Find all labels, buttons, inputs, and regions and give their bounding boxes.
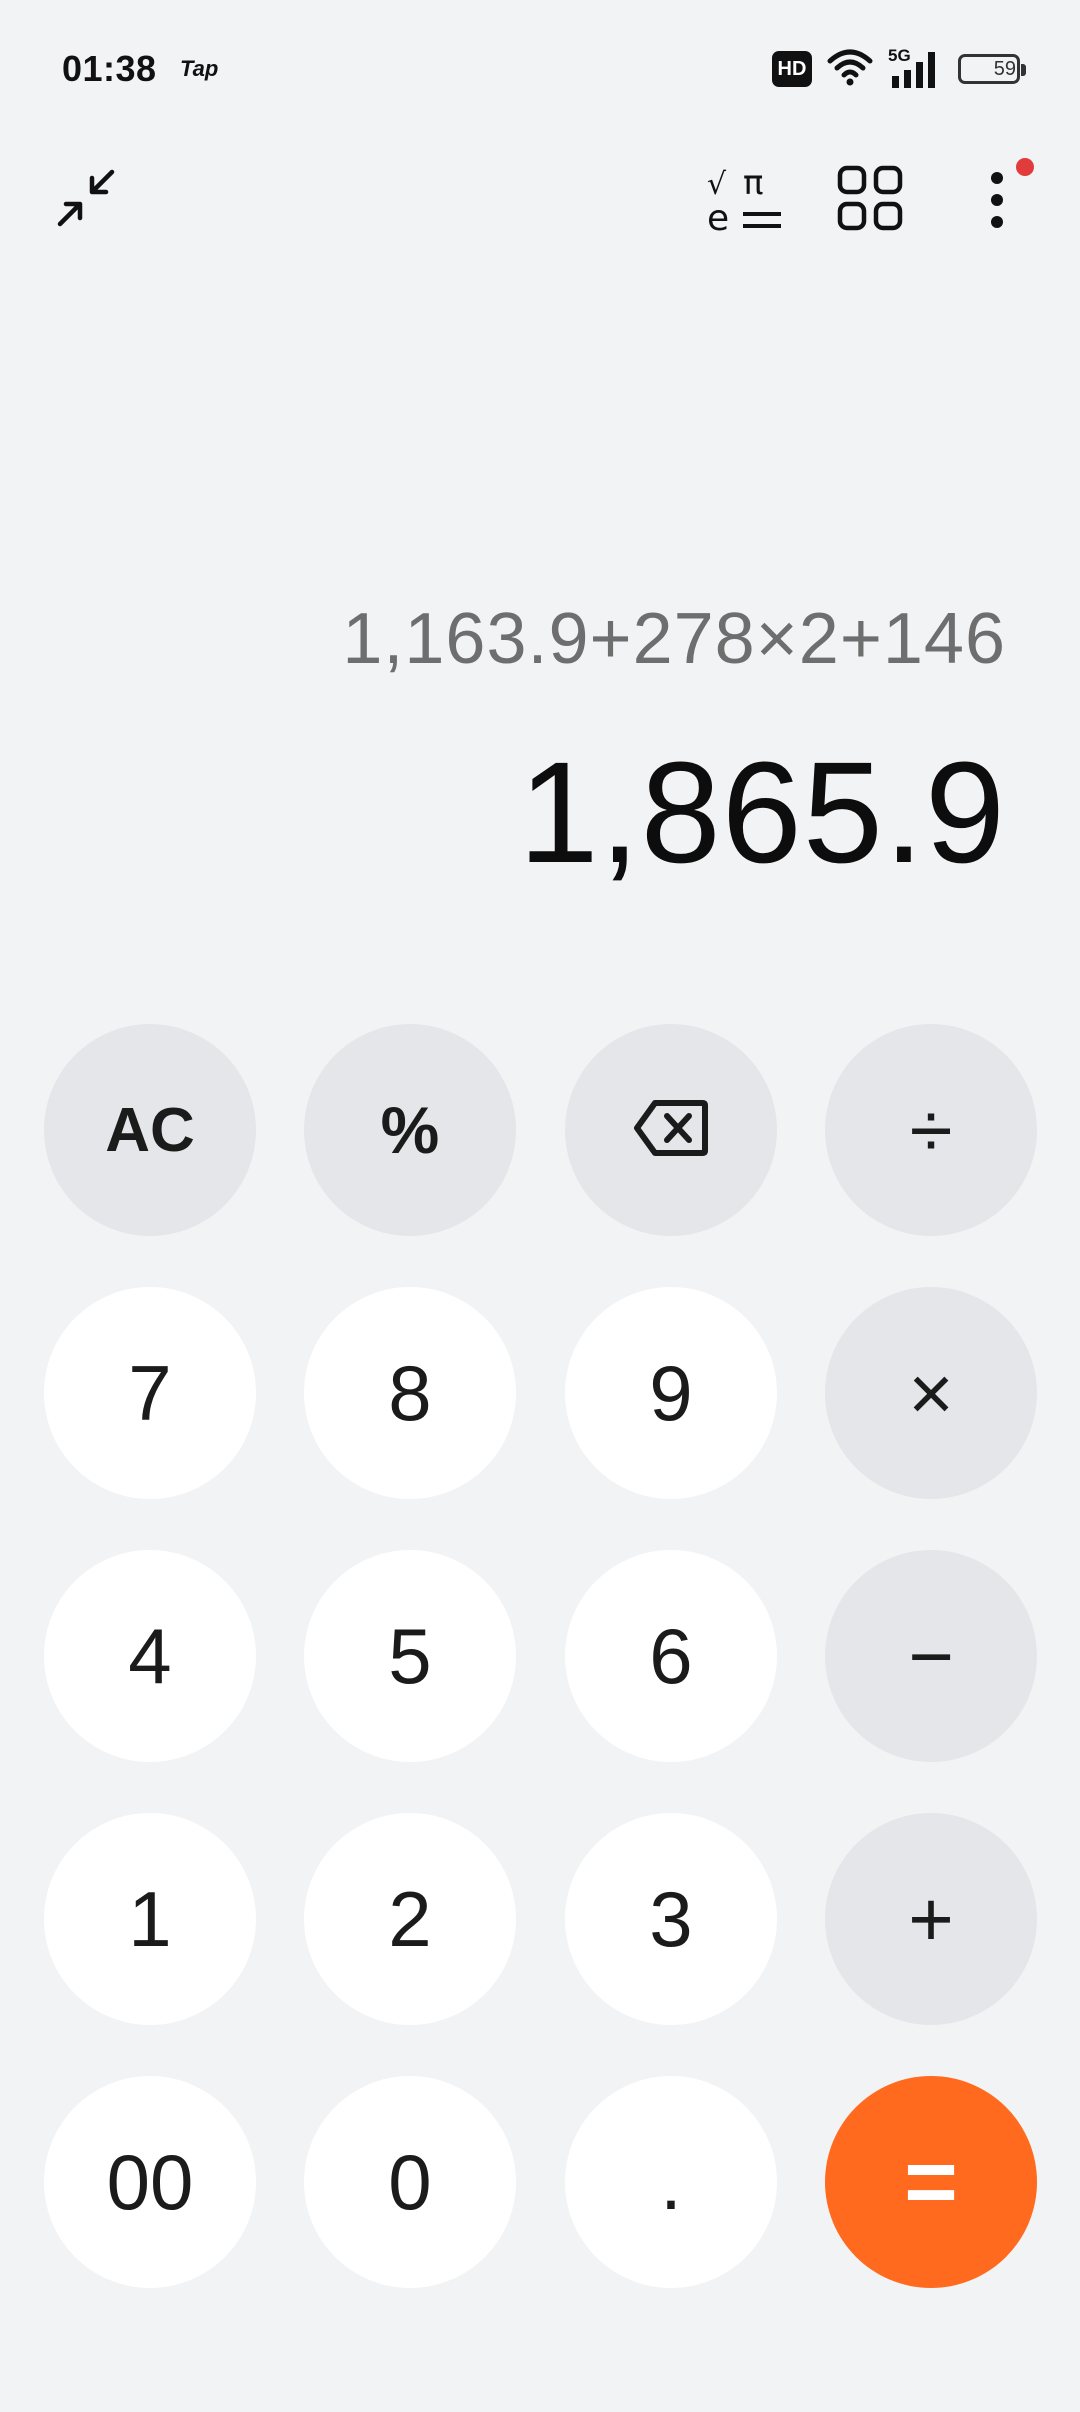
backspace-icon (633, 1085, 709, 1176)
status-app-label: Tap (180, 56, 219, 81)
converter-grid-icon[interactable] (832, 160, 908, 236)
digit-3-button[interactable]: 3 (565, 1813, 777, 2025)
svg-text:e: e (707, 198, 729, 234)
digit-2-button[interactable]: 2 (304, 1813, 516, 2025)
decimal-point-button[interactable]: . (565, 2076, 777, 2288)
digit-9-label: 9 (649, 1348, 693, 1437)
digit-6-label: 6 (649, 1611, 693, 1700)
digit-1-label: 1 (128, 1874, 172, 1963)
equals-button[interactable]: = (825, 2076, 1037, 2288)
digit-0-button[interactable]: 0 (304, 2076, 516, 2288)
double-zero-button[interactable]: 00 (44, 2076, 256, 2288)
plus-label: + (908, 1874, 954, 1963)
all-clear-button[interactable]: AC (44, 1024, 256, 1236)
plus-button[interactable]: + (825, 1813, 1037, 2025)
digit-5-button[interactable]: 5 (304, 1550, 516, 1762)
collapse-icon[interactable] (48, 160, 124, 236)
digit-7-button[interactable]: 7 (44, 1287, 256, 1499)
digit-1-button[interactable]: 1 (44, 1813, 256, 2025)
svg-text:π: π (743, 163, 763, 203)
digit-2-label: 2 (388, 1874, 432, 1963)
battery-level: 59 (993, 57, 1017, 80)
status-indicators: HD 5G 59 (772, 46, 1026, 92)
hd-icon: HD (772, 51, 812, 87)
all-clear-label: AC (105, 1095, 195, 1165)
status-bar: 01:38 Tap HD 5G 59 (0, 0, 1080, 140)
digit-4-button[interactable]: 4 (44, 1550, 256, 1762)
status-time: 01:38 (62, 48, 157, 89)
calculator-screen: 01:38 Tap HD 5G 59 √ π e 1,163.9+278×2+1… (0, 0, 1080, 2412)
digit-7-label: 7 (128, 1348, 172, 1437)
backspace-button[interactable] (565, 1024, 777, 1236)
divide-button[interactable]: ÷ (825, 1024, 1037, 1236)
multiply-label: × (908, 1348, 954, 1437)
battery-icon: 59 (958, 54, 1026, 84)
svg-text:√: √ (707, 167, 727, 202)
digit-4-label: 4 (128, 1611, 172, 1700)
digit-5-label: 5 (388, 1611, 432, 1700)
equals-label: = (904, 2130, 958, 2233)
double-zero-label: 00 (106, 2137, 194, 2226)
digit-8-button[interactable]: 8 (304, 1287, 516, 1499)
result-display: 1,865.9 (518, 732, 1006, 893)
cellular-5g-icon: 5G (888, 46, 944, 90)
digit-0-label: 0 (388, 2137, 432, 2226)
notification-dot (1016, 158, 1034, 176)
digit-8-label: 8 (388, 1348, 432, 1437)
minus-button[interactable]: − (825, 1550, 1037, 1762)
multiply-button[interactable]: × (825, 1287, 1037, 1499)
digit-6-button[interactable]: 6 (565, 1550, 777, 1762)
minus-label: − (908, 1611, 954, 1700)
percent-label: % (380, 1093, 440, 1167)
decimal-point-label: . (660, 2137, 682, 2226)
expression-display: 1,163.9+278×2+146 (342, 599, 1006, 679)
wifi-icon (826, 47, 874, 92)
scientific-mode-icon[interactable]: √ π e (700, 158, 790, 238)
percent-button[interactable]: % (304, 1024, 516, 1236)
digit-9-button[interactable]: 9 (565, 1287, 777, 1499)
digit-3-label: 3 (649, 1874, 693, 1963)
more-options-icon[interactable] (972, 160, 1022, 236)
divide-label: ÷ (909, 1085, 953, 1174)
